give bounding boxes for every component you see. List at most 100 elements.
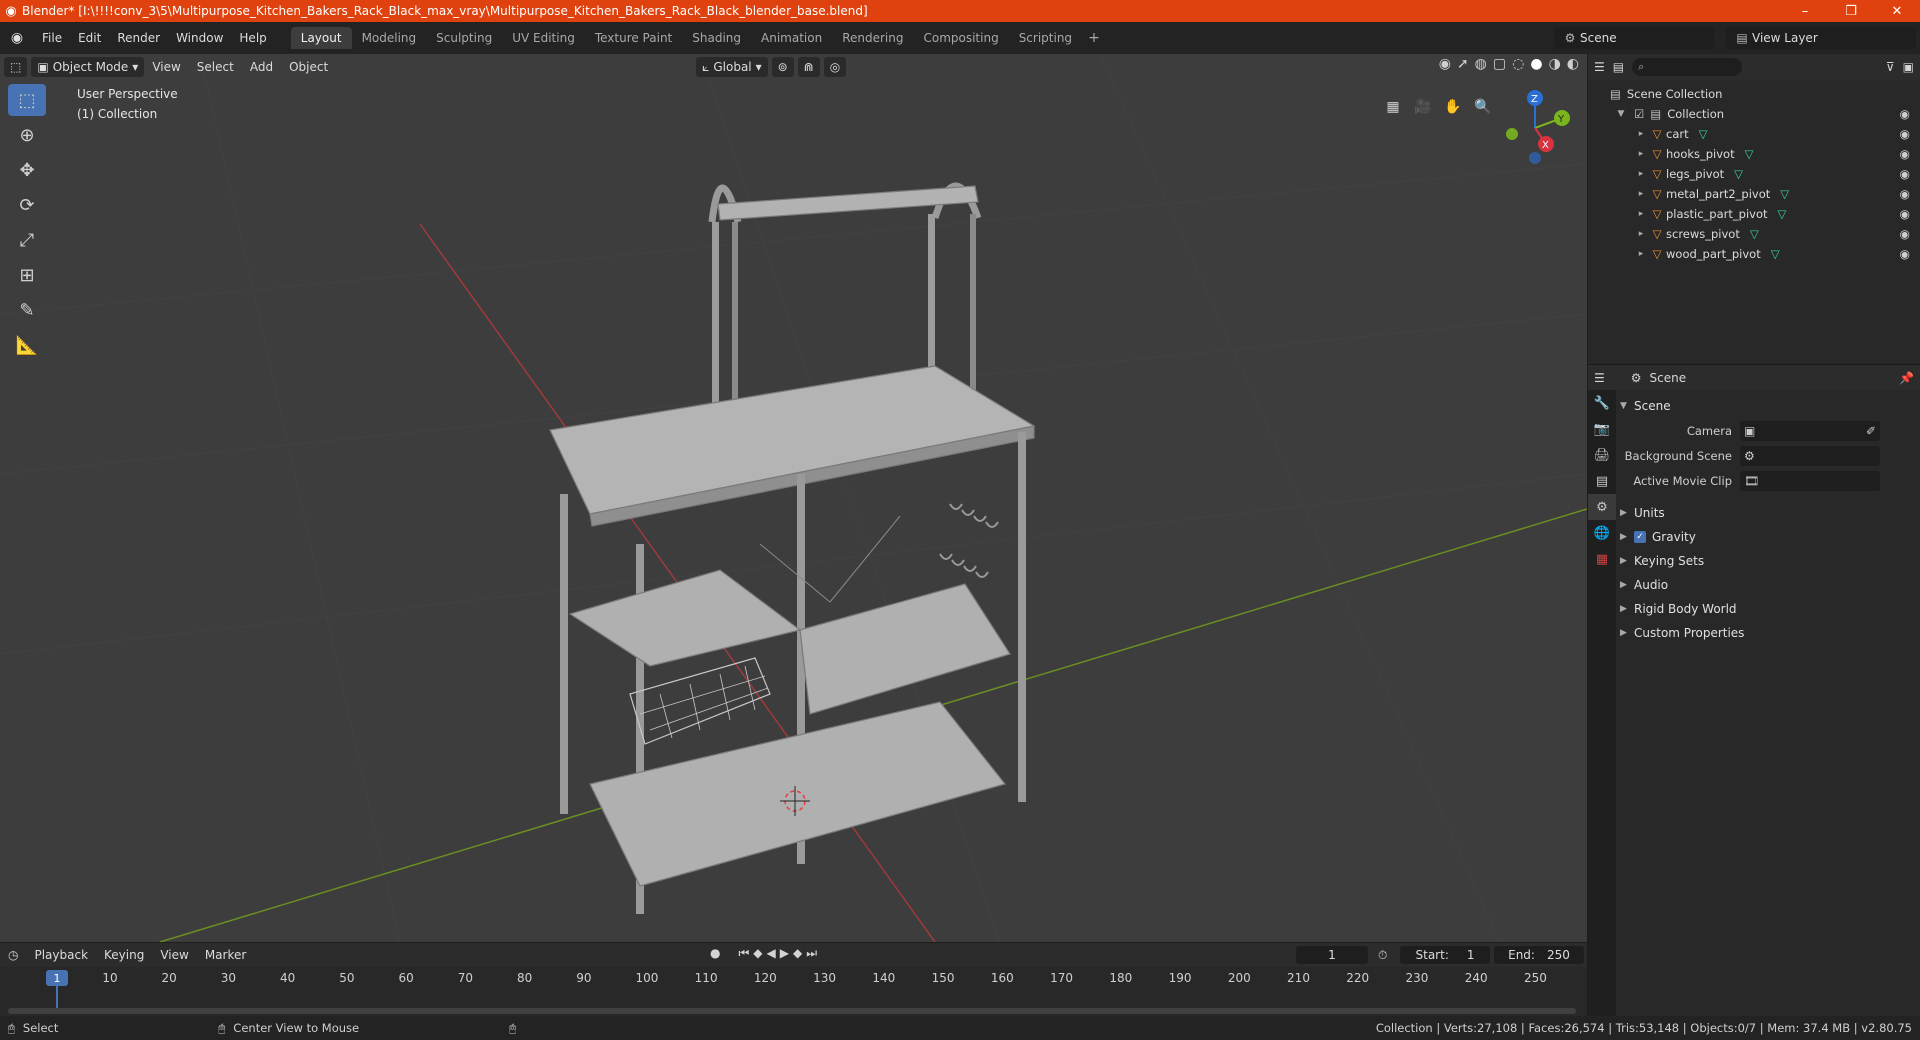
editor-type-button[interactable]: ⬚ (4, 57, 28, 77)
material-shading-icon[interactable]: ◑ (1549, 56, 1561, 72)
gravity-checkbox[interactable]: ✓ (1634, 531, 1646, 543)
outliner-editor-icon[interactable]: ☰ (1594, 60, 1605, 74)
pan-hand-icon[interactable]: ✋ (1440, 94, 1466, 120)
expand-triangle-icon[interactable]: ▸ (1634, 129, 1648, 139)
mode-selector[interactable]: ▣ Object Mode ▾ (31, 57, 145, 77)
expand-triangle-icon[interactable]: ▸ (1634, 209, 1648, 219)
expand-triangle-icon[interactable]: ▸ (1634, 249, 1648, 259)
annotate-tool-icon[interactable]: ✎ (8, 294, 46, 326)
view-layer-selector[interactable]: ▤ View Layer (1726, 27, 1916, 49)
rendered-shading-icon[interactable]: ◐ (1567, 56, 1579, 72)
expand-triangle-icon[interactable]: ▼ (1614, 109, 1628, 119)
viewport-menu-view[interactable]: View (144, 54, 188, 80)
list-item[interactable]: ▸ ▽ wood_part_pivot ▽ ◉ (1588, 244, 1920, 264)
tab-animation[interactable]: Animation (751, 27, 832, 49)
background-scene-field[interactable]: ⚙ (1740, 445, 1880, 466)
axis-gizmo[interactable]: Z Y X (1500, 86, 1580, 166)
measure-tool-icon[interactable]: 📐 (8, 329, 46, 361)
eye-icon[interactable]: ◉ (1900, 207, 1910, 221)
maximize-button[interactable]: ❐ (1828, 0, 1874, 22)
display-mode-icon[interactable]: ▤ (1613, 60, 1624, 74)
stopwatch-icon[interactable]: ⏱ (1378, 948, 1387, 963)
properties-editor-icon[interactable]: ☰ (1594, 371, 1605, 385)
custom-properties-section[interactable]: ▶ Custom Properties (1620, 621, 1916, 645)
tab-shading[interactable]: Shading (682, 27, 751, 49)
eye-icon[interactable]: ◉ (1900, 147, 1910, 161)
scene-collection-row[interactable]: ▤ Scene Collection (1588, 84, 1920, 104)
transform-orientation-selector[interactable]: ⟀ Global ▾ (696, 57, 768, 77)
camera-field[interactable]: ▣ ✐ (1740, 420, 1880, 441)
solid-shading-icon[interactable]: ● (1530, 56, 1542, 72)
pivot-point-button[interactable]: ⊚ (771, 57, 794, 77)
rigid-body-world-section[interactable]: ▶ Rigid Body World (1620, 597, 1916, 621)
view-layer-tab-icon[interactable]: ▤ (1588, 468, 1616, 494)
tab-texture-paint[interactable]: Texture Paint (585, 27, 682, 49)
wireframe-shading-icon[interactable]: ◌ (1512, 56, 1524, 72)
timeline-menu-playback[interactable]: Playback (26, 948, 96, 962)
frame-ruler[interactable]: 1 10 20 30 40 50 60 70 80 90 100 110 120 130 140 150 16… (0, 967, 1587, 1011)
collection-row[interactable]: ▼ ☑ ▤ Collection ◉ (1588, 104, 1920, 124)
snap-toggle[interactable]: ⋒ (797, 57, 820, 77)
tab-uv-editing[interactable]: UV Editing (502, 27, 585, 49)
pin-icon[interactable]: 📌 (1899, 371, 1914, 385)
keying-sets-section[interactable]: ▶ Keying Sets (1620, 549, 1916, 573)
next-keyframe-icon[interactable]: ◆ (793, 946, 802, 961)
list-item[interactable]: ▸ ▽ plastic_part_pivot ▽ ◉ (1588, 204, 1920, 224)
eye-icon[interactable]: ◉ (1900, 187, 1910, 201)
overlay-toggle-icon[interactable]: ◍ (1475, 56, 1487, 72)
timeline-editor-icon[interactable]: ◷ (0, 948, 26, 962)
checkbox-icon[interactable]: ☑ (1634, 107, 1644, 121)
output-tab-icon[interactable]: 🖨 (1588, 442, 1616, 468)
timeline-menu-view[interactable]: View (152, 948, 196, 962)
outliner-search-input[interactable]: ⌕ (1632, 58, 1743, 76)
tab-compositing[interactable]: Compositing (913, 27, 1008, 49)
eyedropper-icon[interactable]: ✐ (1866, 424, 1880, 438)
play-icon[interactable]: ▶ (780, 946, 789, 961)
camera-view-icon[interactable]: 🎥 (1410, 94, 1436, 120)
play-reverse-icon[interactable]: ◀ (767, 946, 776, 961)
3d-viewport[interactable]: ⬚ ▣ Object Mode ▾ View Select Add Object… (0, 54, 1587, 942)
minimize-button[interactable]: – (1782, 0, 1828, 22)
menu-edit[interactable]: Edit (70, 22, 109, 54)
scene-selector[interactable]: ⚙ Scene (1554, 27, 1714, 49)
list-item[interactable]: ▸ ▽ screws_pivot ▽ ◉ (1588, 224, 1920, 244)
rotate-tool-icon[interactable]: ⟳ (8, 189, 46, 221)
timeline-menu-keying[interactable]: Keying (96, 948, 152, 962)
zoom-icon[interactable]: 🔍 (1470, 94, 1496, 120)
viewport-menu-object[interactable]: Object (281, 54, 336, 80)
scale-tool-icon[interactable]: ⤢ (8, 224, 46, 256)
menu-window[interactable]: Window (168, 22, 231, 54)
jump-start-icon[interactable]: ⏮ (738, 946, 749, 961)
eye-icon[interactable]: ◉ (1900, 227, 1910, 241)
menu-render[interactable]: Render (109, 22, 168, 54)
visibility-icon[interactable]: ◉ (1439, 56, 1451, 72)
timeline-menu-marker[interactable]: Marker (197, 948, 254, 962)
viewport-menu-select[interactable]: Select (189, 54, 242, 80)
expand-triangle-icon[interactable]: ▸ (1634, 229, 1648, 239)
select-box-tool-icon[interactable]: ⬚ (8, 84, 46, 116)
audio-section[interactable]: ▶ Audio (1620, 573, 1916, 597)
current-frame-field[interactable]: 1 (1296, 946, 1368, 964)
movie-clip-field[interactable]: 🎞 (1740, 470, 1880, 491)
expand-triangle-icon[interactable]: ▸ (1634, 169, 1648, 179)
texture-tab-icon[interactable]: ▦ (1588, 546, 1616, 572)
filter-icon[interactable]: ⊽ (1886, 60, 1895, 74)
close-button[interactable]: ✕ (1874, 0, 1920, 22)
end-frame-field[interactable]: End: 250 (1494, 946, 1584, 964)
eye-icon[interactable]: ◉ (1900, 127, 1910, 141)
scene-tab-icon[interactable]: ⚙ (1588, 494, 1616, 520)
add-workspace-button[interactable]: + (1082, 30, 1106, 46)
eye-icon[interactable]: ◉ (1900, 167, 1910, 181)
list-item[interactable]: ▸ ▽ legs_pivot ▽ ◉ (1588, 164, 1920, 184)
tab-rendering[interactable]: Rendering (832, 27, 913, 49)
record-icon[interactable]: ● (710, 946, 720, 961)
jump-end-icon[interactable]: ⏭ (806, 946, 817, 961)
move-tool-icon[interactable]: ✥ (8, 154, 46, 186)
tab-modeling[interactable]: Modeling (352, 27, 427, 49)
expand-triangle-icon[interactable]: ▸ (1634, 149, 1648, 159)
expand-triangle-icon[interactable]: ▸ (1634, 189, 1648, 199)
render-tab-icon[interactable]: 📷 (1588, 416, 1616, 442)
scene-section-header[interactable]: ▼ Scene (1620, 394, 1916, 418)
menu-help[interactable]: Help (231, 22, 274, 54)
gizmo-toggle-icon[interactable]: ➚ (1457, 56, 1469, 72)
